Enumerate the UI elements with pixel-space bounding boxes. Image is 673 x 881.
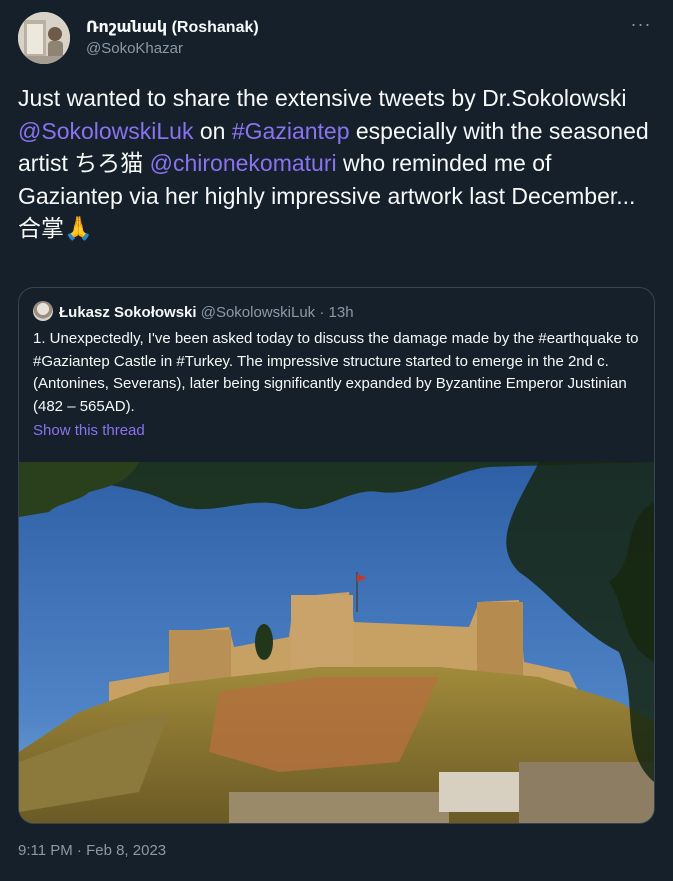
show-thread-link[interactable]: Show this thread (33, 422, 145, 439)
author-display-name[interactable]: Ռոշանակ (Roshanak) (86, 17, 259, 37)
mention-link[interactable]: @SokolowskiLuk (18, 118, 193, 144)
quoted-separator: · (315, 304, 329, 321)
quoted-tweet[interactable]: Łukasz Sokołowski @SokolowskiLuk · 13h 1… (18, 287, 655, 824)
mention-link[interactable]: @chironekomaturi (150, 150, 337, 176)
tweet-header: Ռոշանակ (Roshanak) @SokoKhazar ··· (18, 12, 655, 68)
tweet-timestamp[interactable]: 9:11 PM · Feb 8, 2023 (18, 842, 166, 859)
castle-photo[interactable] (19, 462, 654, 823)
tweet-text: Just wanted to share the extensive tweet… (18, 82, 658, 245)
quoted-author-avatar[interactable] (33, 301, 53, 321)
author-avatar[interactable] (18, 12, 70, 64)
quoted-author-name[interactable]: Łukasz Sokołowski (59, 304, 197, 321)
author-avatar-image (18, 12, 70, 64)
quoted-tweet-text: 1. Unexpectedly, I've been asked today t… (33, 330, 639, 415)
castle-photo-illustration (19, 462, 654, 823)
author-handle[interactable]: @SokoKhazar (86, 40, 183, 57)
quoted-author-handle[interactable]: @SokolowskiLuk (201, 304, 315, 321)
hashtag-link[interactable]: #Gaziantep (232, 118, 350, 144)
quoted-tweet-header: Łukasz Sokołowski @SokolowskiLuk · 13h (33, 301, 354, 323)
tweet-text-segment: Just wanted to share the extensive tweet… (18, 85, 627, 111)
tweet-text-segment: on (193, 117, 232, 144)
more-horizontal-icon[interactable]: ··· (627, 14, 655, 42)
quoted-age[interactable]: 13h (329, 304, 354, 321)
